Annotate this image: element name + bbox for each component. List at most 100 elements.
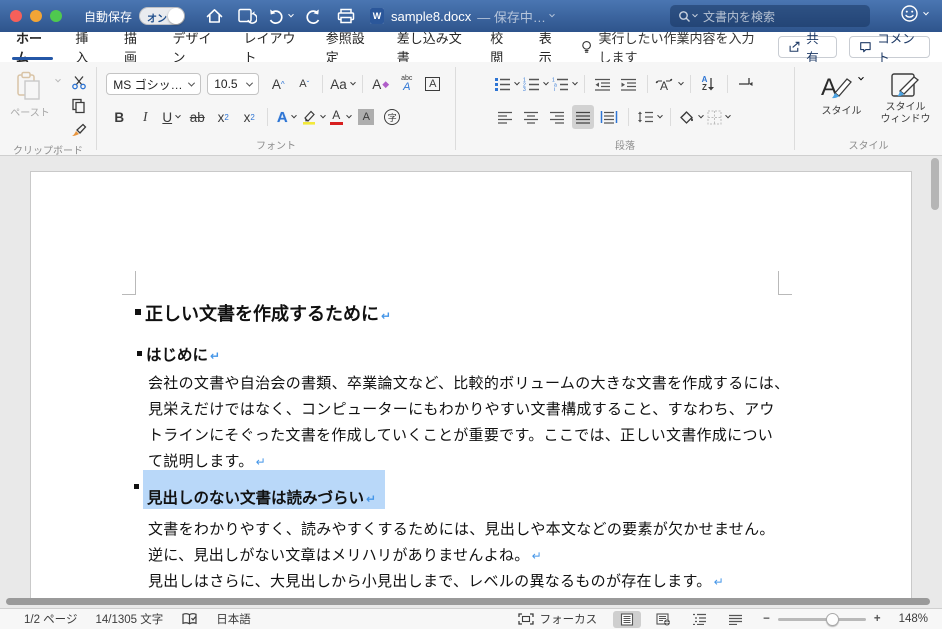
tab-layout[interactable]: レイアウト — [239, 31, 303, 65]
page-count[interactable]: 1/2 ページ — [24, 611, 77, 627]
change-case-button[interactable]: Aa — [330, 72, 356, 96]
text-effects-button[interactable]: A — [275, 105, 297, 129]
decrease-indent-button[interactable] — [592, 72, 614, 96]
enclose-character-button[interactable]: 字 — [381, 105, 403, 129]
align-right-button[interactable] — [546, 105, 568, 129]
heading2[interactable]: はじめに ↵ — [146, 343, 220, 365]
tab-design[interactable]: デザイン — [168, 31, 221, 65]
save-icon[interactable] — [234, 3, 260, 29]
close-window-button[interactable] — [10, 10, 22, 22]
minimize-window-button[interactable] — [30, 10, 42, 22]
body-line[interactable]: 文書をわかりやすく、読みやすくするためには、見出しや本文などの要素が欠かせません… — [148, 518, 775, 539]
tab-home[interactable]: ホーム — [12, 31, 54, 65]
comments-button[interactable]: コメント — [849, 32, 931, 65]
bold-button[interactable]: B — [108, 105, 130, 129]
word-count[interactable]: 14/1305 文字 — [95, 611, 163, 627]
strikethrough-button[interactable]: ab — [186, 105, 208, 129]
search-scope-chevron[interactable] — [692, 11, 698, 18]
text-direction-button[interactable]: A — [655, 72, 684, 96]
multilevel-list-button[interactable]: 1ai — [552, 72, 578, 96]
proofing-status-icon[interactable] — [181, 612, 198, 626]
tab-insert[interactable]: 挿入 — [71, 31, 102, 65]
increase-indent-button[interactable] — [618, 72, 640, 96]
tab-references[interactable]: 参照設定 — [322, 31, 375, 65]
clear-formatting-button[interactable]: A ◆ — [370, 72, 392, 96]
tab-view[interactable]: 表示 — [535, 31, 566, 65]
share-button[interactable]: 共有 — [778, 32, 838, 65]
paste-button[interactable]: ペースト — [10, 71, 50, 119]
zoom-percentage[interactable]: 148% — [899, 613, 928, 625]
superscript-button[interactable]: x2 — [238, 105, 260, 129]
styles-group-label: スタイル — [848, 141, 889, 152]
zoom-slider[interactable] — [777, 612, 866, 626]
body-line[interactable]: トラインにそぐった文書を作成していくことが重要です。ここでは、正しい文書作成につ… — [148, 424, 773, 445]
zoom-window-button[interactable] — [50, 10, 62, 22]
font-name-combo[interactable]: MS ゴシッ… — [106, 73, 202, 95]
zoom-out-button[interactable]: − — [763, 613, 770, 625]
shrink-font-button[interactable]: Aˇ — [293, 72, 315, 96]
show-formatting-marks-button[interactable] — [735, 72, 757, 96]
cut-button[interactable] — [68, 70, 90, 94]
feedback-chevron[interactable] — [923, 9, 929, 15]
print-icon[interactable] — [333, 3, 359, 29]
borders-button[interactable] — [707, 105, 731, 129]
body-line[interactable]: 見栄えだけではなく、コンピューターにもわかりやすい文書構成すること、すなわち、ア… — [148, 398, 775, 419]
copy-button[interactable] — [68, 94, 90, 118]
body-line[interactable]: 見出しはさらに、大見出しから小見出しまで、レベルの異なるものが存在します。 ↵ — [148, 570, 724, 591]
shading-button[interactable] — [679, 105, 704, 129]
focus-mode-button[interactable]: フォーカス — [517, 611, 597, 627]
underline-button[interactable]: U — [160, 105, 182, 129]
zoom-in-button[interactable]: + — [874, 613, 881, 625]
body-line[interactable]: て説明します。 ↵ — [148, 450, 266, 471]
horizontal-scrollbar-thumb[interactable] — [6, 598, 930, 605]
font-color-button[interactable]: A — [329, 105, 352, 129]
phonetic-guide-button[interactable]: abc A — [396, 72, 418, 96]
enclose-characters-button[interactable]: A — [422, 72, 444, 96]
tab-draw[interactable]: 描画 — [120, 31, 151, 65]
align-center-button[interactable] — [520, 105, 542, 129]
styles-button[interactable]: A スタイル — [821, 71, 864, 117]
undo-icon[interactable] — [267, 3, 294, 29]
redo-icon[interactable] — [300, 3, 326, 29]
title-dropdown-chevron[interactable] — [549, 11, 555, 18]
sort-button[interactable]: AZ — [698, 72, 720, 96]
tab-review[interactable]: 校閲 — [486, 31, 517, 65]
heading3-selected[interactable]: 見出しのない文書は読みづらい ↵ — [147, 486, 376, 508]
tab-mailings[interactable]: 差し込み文書 — [393, 31, 469, 65]
numbering-button[interactable]: 123 — [523, 72, 549, 96]
format-painter-button[interactable] — [68, 118, 90, 142]
document-page[interactable]: 正しい文書を作成するために ↵ はじめに ↵ 会社の文書や自治会の書類、卒業論文など… — [30, 171, 912, 601]
vertical-scrollbar-thumb[interactable] — [931, 158, 939, 210]
paste-dropdown-chevron[interactable] — [54, 76, 61, 83]
document-search-input[interactable]: 文書内を検索 — [670, 5, 870, 27]
autosave-toggle-knob — [168, 8, 185, 24]
undo-dropdown-chevron[interactable] — [288, 11, 294, 18]
body-line[interactable]: 会社の文書や自治会の書類、卒業論文など、比較的ボリュームの大きな文書を作成するに… — [148, 372, 789, 393]
distribute-button[interactable] — [598, 105, 620, 129]
outline-view-button[interactable] — [685, 611, 713, 628]
character-shading-button[interactable]: A — [355, 105, 377, 129]
subscript-button[interactable]: x2 — [212, 105, 234, 129]
font-size-combo[interactable]: 10.5 — [207, 73, 260, 95]
ribbon: ペースト クリップボード MS ゴシッ… 10.5 A ^ A ˇ Aa A ◆… — [0, 62, 942, 157]
justify-button[interactable] — [571, 105, 594, 129]
language-status[interactable]: 日本語 — [216, 611, 251, 627]
tell-me-input[interactable]: 実行したい作業内容を入力します — [581, 28, 766, 66]
grow-font-button[interactable]: A ^ — [267, 72, 289, 96]
heading1[interactable]: 正しい文書を作成するために ↵ — [145, 300, 391, 326]
print-layout-view-button[interactable] — [613, 610, 642, 628]
autosave-toggle[interactable]: オン — [139, 7, 186, 25]
body-line[interactable]: 逆に、見出しがない文章はメリハリがありませんよね。 ↵ — [148, 544, 542, 565]
styles-window-button[interactable]: スタイル ウィンドウ — [881, 71, 931, 125]
line-spacing-button[interactable] — [637, 105, 663, 129]
italic-button[interactable]: I — [134, 105, 156, 129]
draft-view-button[interactable] — [721, 611, 749, 628]
web-layout-view-button[interactable] — [649, 611, 677, 628]
align-left-button[interactable] — [494, 105, 516, 129]
document-canvas[interactable]: 正しい文書を作成するために ↵ はじめに ↵ 会社の文書や自治会の書類、卒業論文など… — [0, 156, 942, 608]
highlight-color-button[interactable] — [301, 105, 327, 129]
home-icon[interactable] — [201, 3, 227, 29]
feedback-smiley-icon[interactable] — [900, 4, 929, 23]
bullets-button[interactable] — [494, 72, 520, 96]
zoom-slider-thumb[interactable] — [825, 612, 839, 626]
